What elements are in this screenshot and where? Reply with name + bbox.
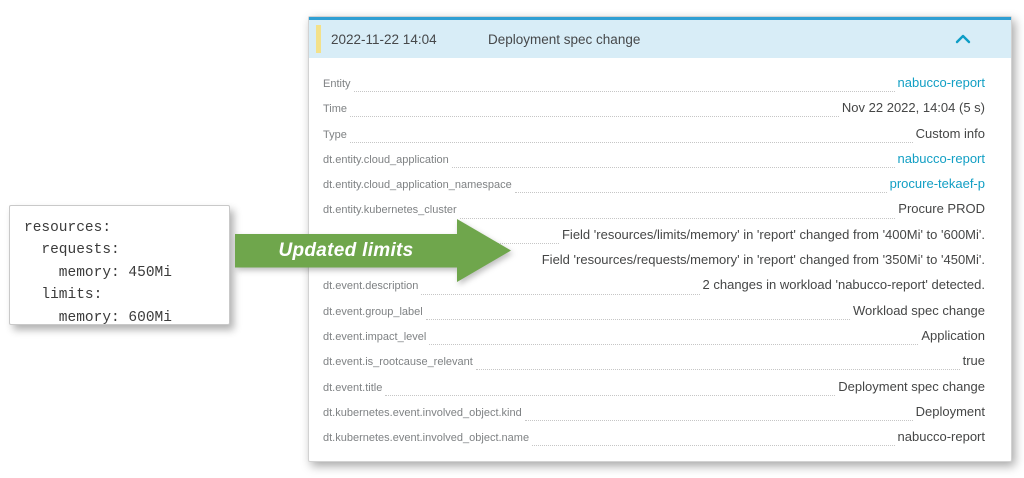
dotted-leader — [350, 116, 839, 118]
event-timestamp: 2022-11-22 14:04 — [331, 31, 437, 47]
property-row: dt.event.is_rootcause_relevant true — [323, 353, 985, 378]
property-key: Entity — [323, 78, 351, 90]
dotted-leader — [349, 141, 913, 143]
yaml-snippet: resources: requests: memory: 450Mi limit… — [9, 204, 230, 326]
chevron-up-icon — [955, 34, 971, 44]
property-value: Field 'resources/limits/memory' in 'repo… — [561, 226, 985, 242]
property-key: dt.entity.kubernetes_cluster — [323, 204, 457, 217]
event-title: Deployment spec change — [488, 31, 641, 47]
property-value: Procure PROD — [898, 201, 985, 217]
property-key: dt.entity.cloud_application — [323, 153, 449, 166]
property-row: Time Nov 22 2022, 14:04 (5 s) — [323, 100, 985, 125]
property-value-link[interactable]: nabucco-report — [898, 75, 985, 90]
property-key: dt.event.is_rootcause_relevant — [323, 356, 473, 369]
property-value: 2 changes in workload 'nabucco-report' d… — [702, 277, 985, 293]
dotted-leader — [524, 420, 913, 421]
dotted-leader — [353, 91, 895, 93]
property-key: dt.kubernetes.event.involved_object.kind — [323, 406, 522, 419]
property-key: dt.entity.cloud_application_namespace — [323, 179, 512, 192]
property-row: Entity nabucco-report — [323, 75, 985, 100]
dotted-leader — [532, 445, 895, 447]
property-value: Nov 22 2022, 14:04 (5 s) — [841, 100, 985, 116]
updated-limits-arrow: Updated limits — [235, 218, 511, 283]
property-key: dt.event.group_label — [323, 305, 423, 318]
property-value: Field 'resources/requests/memory' in 're… — [541, 252, 985, 268]
property-value: nabucco-report — [897, 429, 985, 445]
screenshot-canvas: resources: requests: memory: 450Mi limit… — [0, 0, 1024, 478]
property-key: Type — [323, 128, 347, 141]
property-key: Time — [323, 103, 348, 116]
collapse-button[interactable] — [955, 34, 971, 44]
property-key: dt.event.title — [323, 381, 383, 394]
event-header[interactable]: 2022-11-22 14:04 Deployment spec change — [309, 17, 1011, 58]
dotted-leader — [475, 369, 960, 371]
property-row: dt.kubernetes.event.involved_object.name… — [323, 429, 985, 454]
dotted-leader — [514, 192, 887, 194]
dotted-leader — [451, 167, 895, 169]
property-row: dt.kubernetes.event.involved_object.kind… — [323, 404, 985, 429]
property-value: Custom info — [915, 125, 985, 141]
property-row: dt.event.title Deployment spec change — [323, 379, 985, 404]
property-row: dt.event.impact_level Application — [323, 328, 985, 353]
dotted-leader — [429, 344, 919, 346]
arrow-label: Updated limits — [278, 239, 414, 261]
property-value-link[interactable]: nabucco-report — [898, 151, 985, 166]
event-severity-marker — [316, 25, 321, 53]
property-key: dt.event.impact_level — [323, 330, 427, 343]
property-row: Type Custom info — [323, 126, 985, 151]
property-row: dt.entity.cloud_application_namespace pro… — [323, 176, 985, 201]
property-value: true — [962, 353, 985, 369]
property-key: dt.kubernetes.event.involved_object.name — [323, 432, 530, 445]
dotted-leader — [421, 293, 700, 295]
property-value: Deployment spec change — [838, 378, 985, 394]
property-row: dt.event.group_label Workload spec change — [323, 303, 985, 328]
dotted-leader — [425, 318, 850, 320]
property-value: Deployment — [915, 403, 985, 419]
dotted-leader — [385, 394, 836, 396]
property-value: Workload spec change — [852, 302, 985, 318]
dotted-leader — [459, 217, 896, 219]
property-value: Application — [921, 327, 985, 343]
property-row: dt.entity.cloud_application nabucco-repor… — [323, 151, 985, 176]
property-value-link[interactable]: procure-tekaef-p — [890, 176, 985, 191]
